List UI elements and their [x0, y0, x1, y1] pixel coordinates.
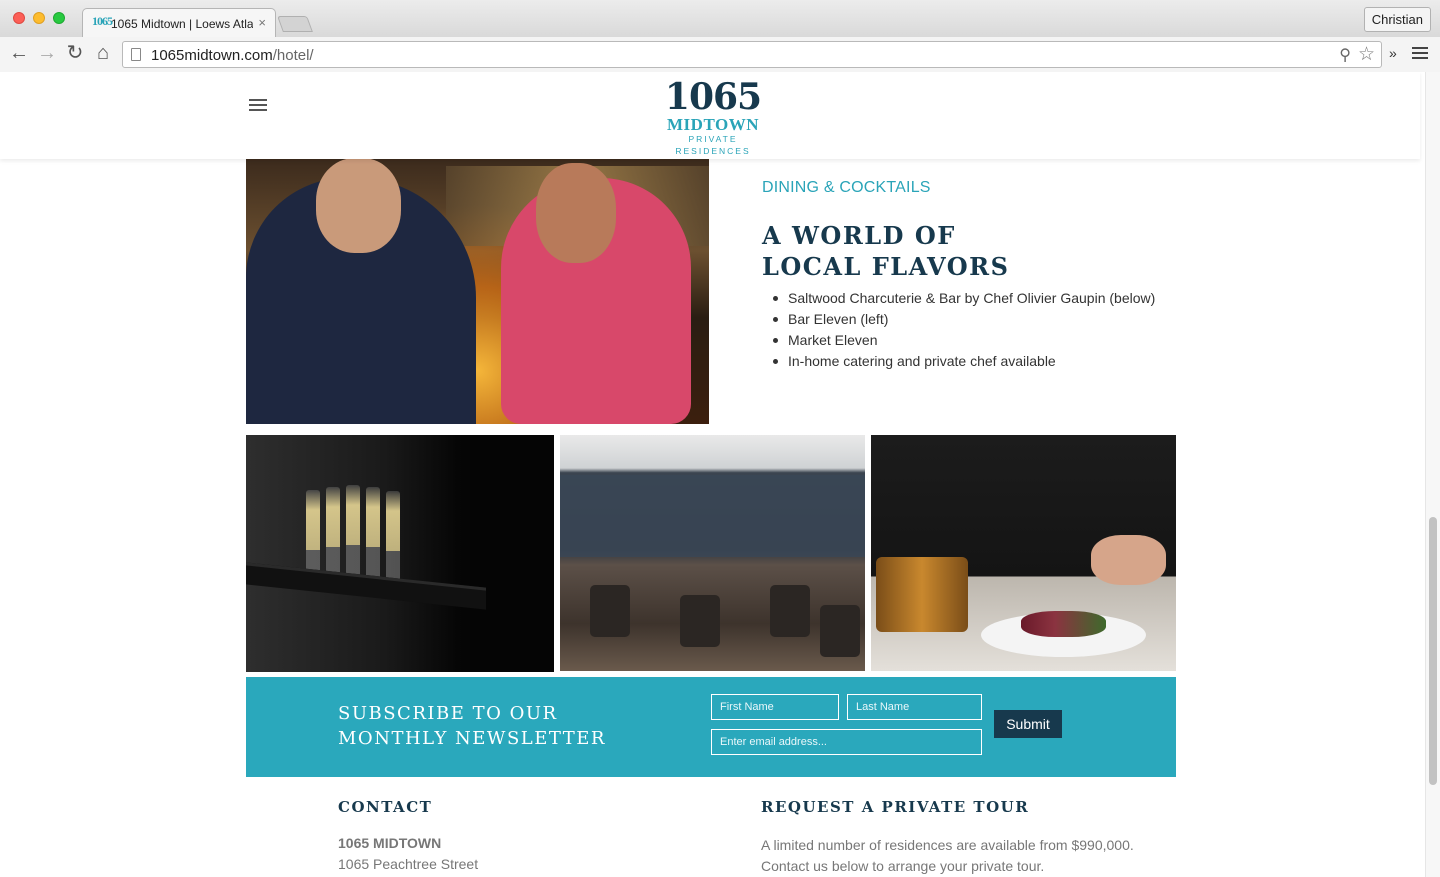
tour-line2: Contact us below to arrange your private…: [761, 858, 1045, 874]
contact-heading: CONTACT: [338, 798, 433, 816]
tab-close-icon[interactable]: ×: [258, 15, 266, 30]
hamburger-icon[interactable]: [249, 99, 267, 114]
zoom-icon[interactable]: ⚲: [1339, 45, 1351, 65]
url-host: 1065midtown.com: [151, 47, 273, 64]
logo-name: MIDTOWN: [667, 115, 759, 134]
bookmark-star-icon[interactable]: ☆: [1358, 43, 1375, 66]
list-item: Market Eleven: [772, 330, 1155, 351]
new-tab-button[interactable]: [277, 16, 313, 32]
logo-number: 1065: [664, 76, 762, 118]
extensions-overflow-icon[interactable]: »: [1389, 45, 1397, 61]
newsletter-banner: SUBSCRIBE TO OUR MONTHLY NEWSLETTER Subm…: [246, 677, 1176, 777]
page-scrollbar[interactable]: [1425, 72, 1440, 877]
browser-chrome: 1065 1065 Midtown | Loews Atla × Christi…: [0, 0, 1440, 72]
title-bar: 1065 1065 Midtown | Loews Atla × Christi…: [0, 0, 1440, 38]
section-heading-line2: LOCAL FLAVORS: [762, 252, 1010, 281]
favicon-icon: 1065: [92, 14, 113, 28]
tour-text: A limited number of residences are avail…: [761, 835, 1161, 877]
url-path: /hotel/: [272, 47, 314, 64]
saltwood-restaurant-photo: [560, 435, 865, 671]
browser-toolbar: ← → ↻ ⌂ 1065midtown.com/hotel/ ⚲ ☆ »: [0, 37, 1440, 72]
site-header: 1065 MIDTOWN PRIVATE RESIDENCES: [0, 72, 1420, 159]
contact-street: 1065 Peachtree Street: [338, 856, 479, 872]
profile-button[interactable]: Christian: [1363, 7, 1431, 32]
reload-icon[interactable]: ↻: [63, 42, 87, 66]
section-heading: A WORLD OF LOCAL FLAVORS: [762, 220, 1182, 282]
browser-menu-icon[interactable]: [1412, 47, 1428, 62]
submit-button[interactable]: Submit: [994, 710, 1062, 738]
home-icon[interactable]: ⌂: [91, 42, 115, 66]
browser-tab[interactable]: 1065 1065 Midtown | Loews Atla ×: [82, 8, 276, 38]
first-name-input[interactable]: [711, 694, 839, 720]
bar-eleven-photo: [246, 158, 709, 424]
tour-heading: REQUEST A PRIVATE TOUR: [761, 798, 1030, 816]
chef-plating-photo: [871, 435, 1176, 671]
tab-title: 1065 Midtown | Loews Atla: [111, 17, 253, 31]
amenities-list: Saltwood Charcuterie & Bar by Chef Olivi…: [772, 288, 1155, 372]
minimize-window-button[interactable]: [33, 12, 45, 24]
page-icon: [131, 48, 141, 61]
contact-name: 1065 MIDTOWN: [338, 835, 442, 851]
url-text[interactable]: 1065midtown.com/hotel/: [151, 47, 314, 64]
back-icon[interactable]: ←: [7, 42, 31, 66]
newsletter-heading-line1: SUBSCRIBE TO OUR: [338, 703, 558, 724]
section-eyebrow: DINING & COCKTAILS: [762, 179, 931, 196]
forward-icon[interactable]: →: [35, 42, 59, 66]
logo-subtitle: PRIVATE RESIDENCES: [675, 134, 751, 156]
section-heading-line1: A WORLD OF: [762, 221, 956, 250]
close-window-button[interactable]: [13, 12, 25, 24]
site-logo[interactable]: 1065 MIDTOWN PRIVATE RESIDENCES: [650, 78, 776, 157]
champagne-photo: [246, 435, 554, 672]
page-viewport: 1065 MIDTOWN PRIVATE RESIDENCES DINING &…: [0, 72, 1440, 877]
scrollbar-thumb[interactable]: [1429, 517, 1437, 785]
list-item: In-home catering and private chef availa…: [772, 351, 1155, 372]
address-bar[interactable]: 1065midtown.com/hotel/ ⚲ ☆: [122, 41, 1382, 68]
email-input[interactable]: [711, 729, 982, 755]
newsletter-heading-line2: MONTHLY NEWSLETTER: [338, 728, 606, 749]
last-name-input[interactable]: [847, 694, 982, 720]
list-item: Saltwood Charcuterie & Bar by Chef Olivi…: [772, 288, 1155, 309]
tour-line1: A limited number of residences are avail…: [761, 837, 1134, 853]
newsletter-heading: SUBSCRIBE TO OUR MONTHLY NEWSLETTER: [338, 701, 678, 751]
list-item: Bar Eleven (left): [772, 309, 1155, 330]
maximize-window-button[interactable]: [53, 12, 65, 24]
